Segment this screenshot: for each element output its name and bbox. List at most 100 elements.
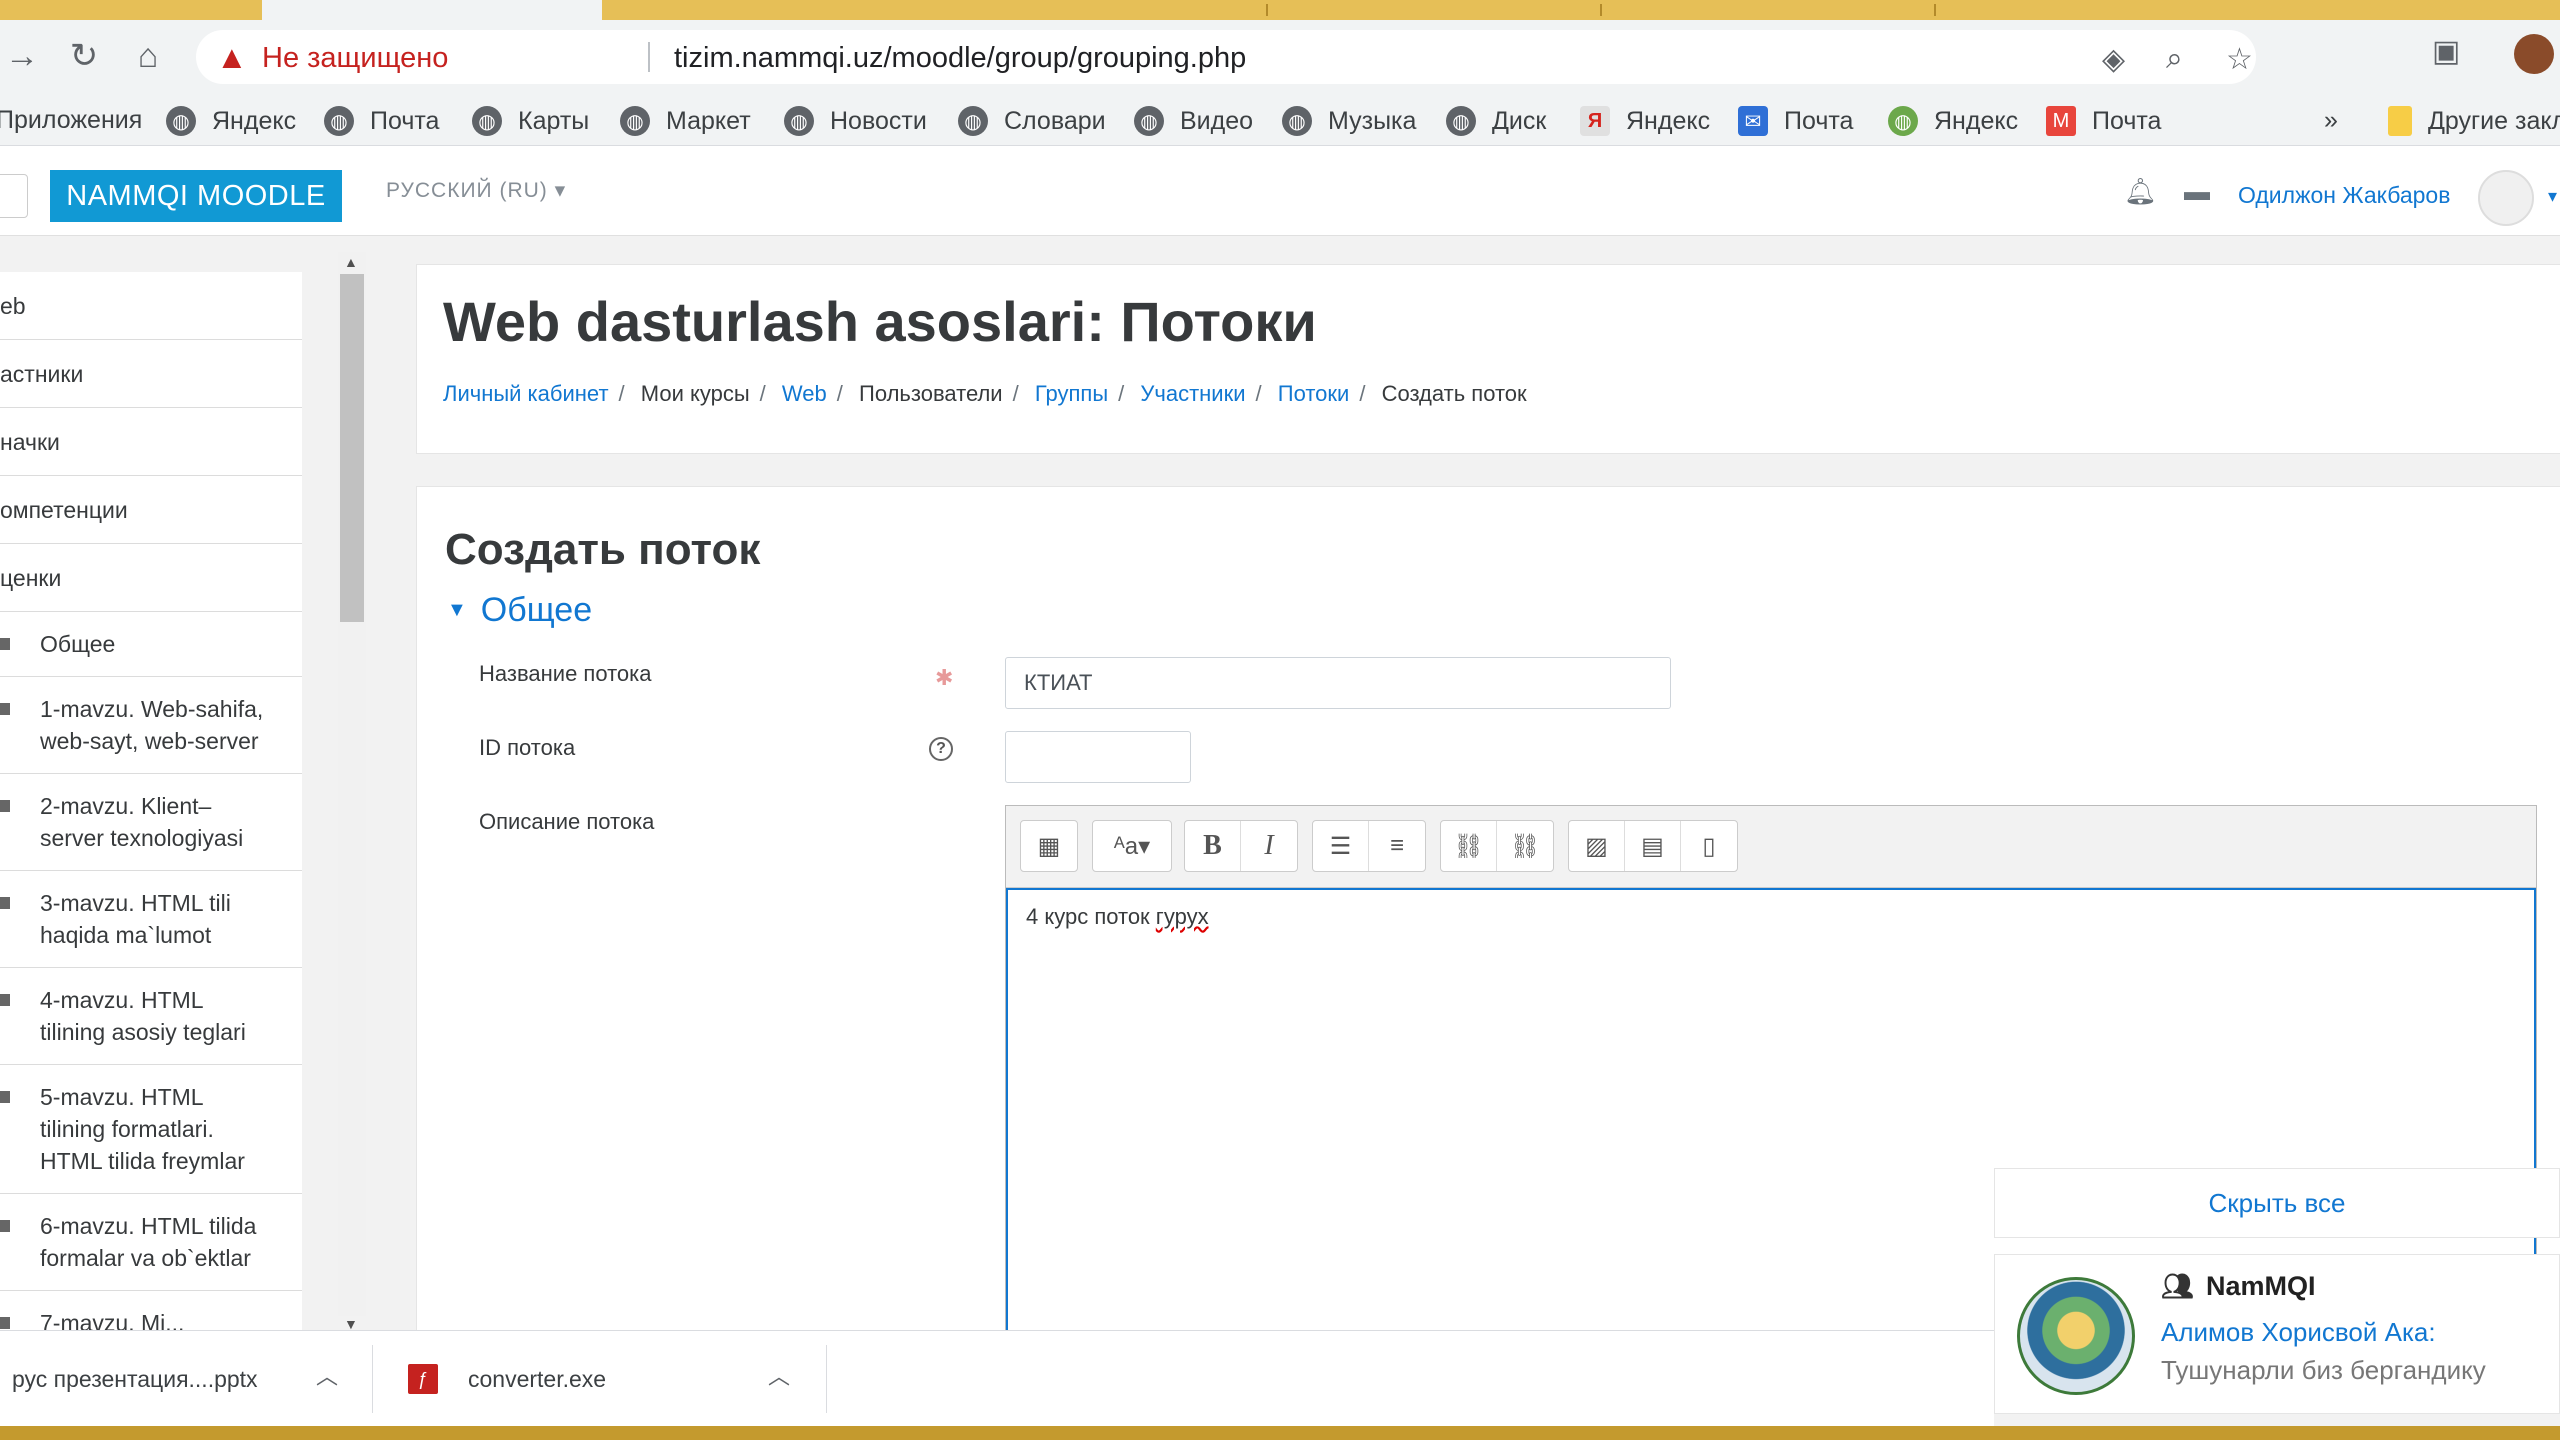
drawer-item-course[interactable]: eb (0, 272, 302, 340)
globe-icon: ◍ (958, 106, 988, 136)
drawer-section-general[interactable]: Общее (0, 612, 302, 677)
breadcrumb-groupings[interactable]: Потоки (1278, 381, 1350, 406)
drawer-scrollbar[interactable]: ▲ ▼ (338, 252, 366, 1332)
italic-icon[interactable]: I (1241, 821, 1297, 871)
user-avatar[interactable] (2478, 170, 2534, 226)
scrollbar-thumb[interactable] (340, 274, 364, 622)
drawer-item-participants[interactable]: астники (0, 340, 302, 408)
address-bar[interactable]: ▲ Не защищено tizim.nammqi.uz/moodle/gro… (196, 30, 2256, 84)
language-menu[interactable]: РУССКИЙ (RU) ▾ (386, 178, 566, 203)
insecure-label[interactable]: Не защищено (262, 42, 448, 75)
bookmark-news[interactable]: ◍ Новости (784, 106, 927, 136)
bookmark-yandex[interactable]: ◍ Яндекс (166, 106, 296, 136)
grouping-name-input[interactable] (1005, 657, 1671, 709)
scroll-up-icon[interactable]: ▲ (344, 254, 358, 270)
unlink-icon[interactable]: ⛓︎ (1497, 821, 1553, 871)
link-icon[interactable]: ⛓ (1441, 821, 1497, 871)
bookmark-apps[interactable]: Приложения (0, 106, 142, 135)
manage-files-icon[interactable]: ▯ (1681, 821, 1737, 871)
paragraph-style-icon[interactable]: ᴬa▾ (1093, 821, 1171, 871)
image-icon[interactable]: ▨ (1569, 821, 1625, 871)
active-tab[interactable] (262, 0, 602, 20)
tab-separator (1934, 4, 1936, 16)
toolbar-group-media: ▨ ▤ ▯ (1568, 820, 1738, 872)
media-icon[interactable]: ▤ (1625, 821, 1681, 871)
notification-site: 👥︎ NamMQI (2161, 1271, 2316, 1301)
page-header: Web dasturlash asoslari: Потоки Личный к… (416, 264, 2560, 454)
other-bookmarks[interactable]: Другие закл (2388, 106, 2560, 136)
bookmark-dictionaries[interactable]: ◍ Словари (958, 106, 1106, 136)
globe-icon: ◍ (166, 106, 196, 136)
drawer-section-6[interactable]: 6-mavzu. HTML tilida formalar va ob`ektla… (0, 1194, 302, 1291)
bookmark-disk[interactable]: ◍ Диск (1446, 106, 1546, 136)
bookmarks-more[interactable]: » (2324, 106, 2338, 135)
drawer-section-1[interactable]: 1-mavzu. Web-sahifa, web-sayt, web-server (0, 677, 302, 774)
download-options-caret-icon[interactable]: ︿ (768, 1359, 790, 1391)
drawer-item-badges[interactable]: начки (0, 408, 302, 476)
home-icon[interactable]: ⌂ (126, 34, 170, 78)
grouping-id-input[interactable] (1005, 731, 1191, 783)
breadcrumb-participants[interactable]: Участники (1140, 381, 1245, 406)
ordered-list-icon[interactable]: ≡ (1369, 821, 1425, 871)
message-notification[interactable]: 👥︎ NamMQI Алимов Хорисвой Ака: Тушунарли … (1994, 1254, 2560, 1414)
forward-icon[interactable]: → (0, 34, 44, 78)
section-general-toggle[interactable]: ▼ Общее (447, 591, 592, 630)
folder-icon (0, 1091, 10, 1103)
star-icon[interactable]: ☆ (2226, 42, 2253, 77)
breadcrumb-course[interactable]: Web (782, 381, 827, 406)
breadcrumb-dashboard[interactable]: Личный кабинет (443, 381, 609, 406)
drawer-section-3[interactable]: 3-mavzu. HTML tili haqida ma`lumot (0, 871, 302, 968)
bookmark-yandex-3[interactable]: ◍ Яндекс (1888, 106, 2018, 136)
site-brand[interactable]: NAMMQI MOODLE (50, 170, 342, 222)
grouping-name-label: Название потока (479, 661, 652, 686)
drawer-toggle-button[interactable] (0, 174, 28, 218)
user-menu-name[interactable]: Одилжон Жакбаров (2238, 182, 2450, 209)
bookmark-gmail[interactable]: M Почта (2046, 106, 2161, 136)
drawer-section-5[interactable]: 5-mavzu. HTML tilining formatlari. HTML ti… (0, 1065, 302, 1194)
reload-icon[interactable]: ↻ (62, 34, 106, 78)
download-options-caret-icon[interactable]: ︿ (316, 1359, 338, 1391)
bold-icon[interactable]: B (1185, 821, 1241, 871)
bookmark-market[interactable]: ◍ Маркет (620, 106, 751, 136)
bookmark-music[interactable]: ◍ Музыка (1282, 106, 1416, 136)
breadcrumb-groups[interactable]: Группы (1035, 381, 1108, 406)
user-caret-icon[interactable]: ▾ (2548, 186, 2557, 207)
chat-icon[interactable]: ▬ (2184, 176, 2210, 207)
translate-icon[interactable]: ◈ (2102, 42, 2125, 77)
url-text[interactable]: tizim.nammqi.uz/moodle/group/grouping.ph… (674, 42, 1246, 75)
bookmark-mail[interactable]: ◍ Почта (324, 106, 439, 136)
help-icon[interactable]: ? (929, 737, 953, 761)
zoom-icon[interactable]: ⌕ (2166, 42, 2183, 76)
moodle-navbar: NAMMQI MOODLE РУССКИЙ (RU) ▾ 🔔︎ ▬ Одилжо… (0, 146, 2560, 236)
drawer-section-2[interactable]: 2-mavzu. Klient– server texnologiyasi (0, 774, 302, 871)
editor-toolbar: ▦ ᴬa▾ B I ☰ ≡ ⛓ ⛓︎ ▨ ▤ ▯ (1006, 806, 2536, 888)
folder-icon (0, 897, 10, 909)
unordered-list-icon[interactable]: ☰ (1313, 821, 1369, 871)
drawer-item-grades[interactable]: ценки (0, 544, 302, 612)
bookmark-mail-2[interactable]: ✉ Почта (1738, 106, 1853, 136)
pdf-extension-icon[interactable]: ▣ (2432, 34, 2472, 74)
bell-icon[interactable]: 🔔︎ (2124, 176, 2157, 207)
notification-sender[interactable]: Алимов Хорисвой Ака: (2161, 1317, 2436, 1348)
tab-separator (1266, 4, 1268, 16)
bookmark-video[interactable]: ◍ Видео (1134, 106, 1253, 136)
warning-icon: ▲ (216, 39, 248, 75)
download-item-pptx[interactable]: рус презентация....pptx (12, 1331, 258, 1427)
profile-avatar[interactable] (2514, 34, 2554, 74)
tab-separator (1600, 4, 1602, 16)
navigation-drawer: eb астники начки омпетенции ценки Общее … (0, 236, 366, 1356)
show-more-buttons-icon[interactable]: ▦ (1021, 821, 1077, 871)
grouping-id-label: ID потока (479, 735, 576, 760)
folder-icon (0, 638, 10, 650)
bookmark-yandex-2[interactable]: Я Яндекс (1580, 106, 1710, 136)
hide-all-notifications-button[interactable]: Скрыть все (1994, 1168, 2560, 1238)
download-item-exe[interactable]: ƒ converter.exe (408, 1331, 606, 1427)
download-separator (372, 1345, 373, 1413)
browser-toolbar: → ↻ ⌂ ▲ Не защищено tizim.nammqi.uz/mood… (0, 20, 2560, 94)
drawer-section-4[interactable]: 4-mavzu. HTML tilining asosiy teglari (0, 968, 302, 1065)
form-title: Создать поток (445, 525, 761, 574)
drawer-item-competencies[interactable]: омпетенции (0, 476, 302, 544)
globe-icon: ◍ (784, 106, 814, 136)
bookmark-maps[interactable]: ◍ Карты (472, 106, 589, 136)
browser-tab-strip (0, 0, 2560, 20)
